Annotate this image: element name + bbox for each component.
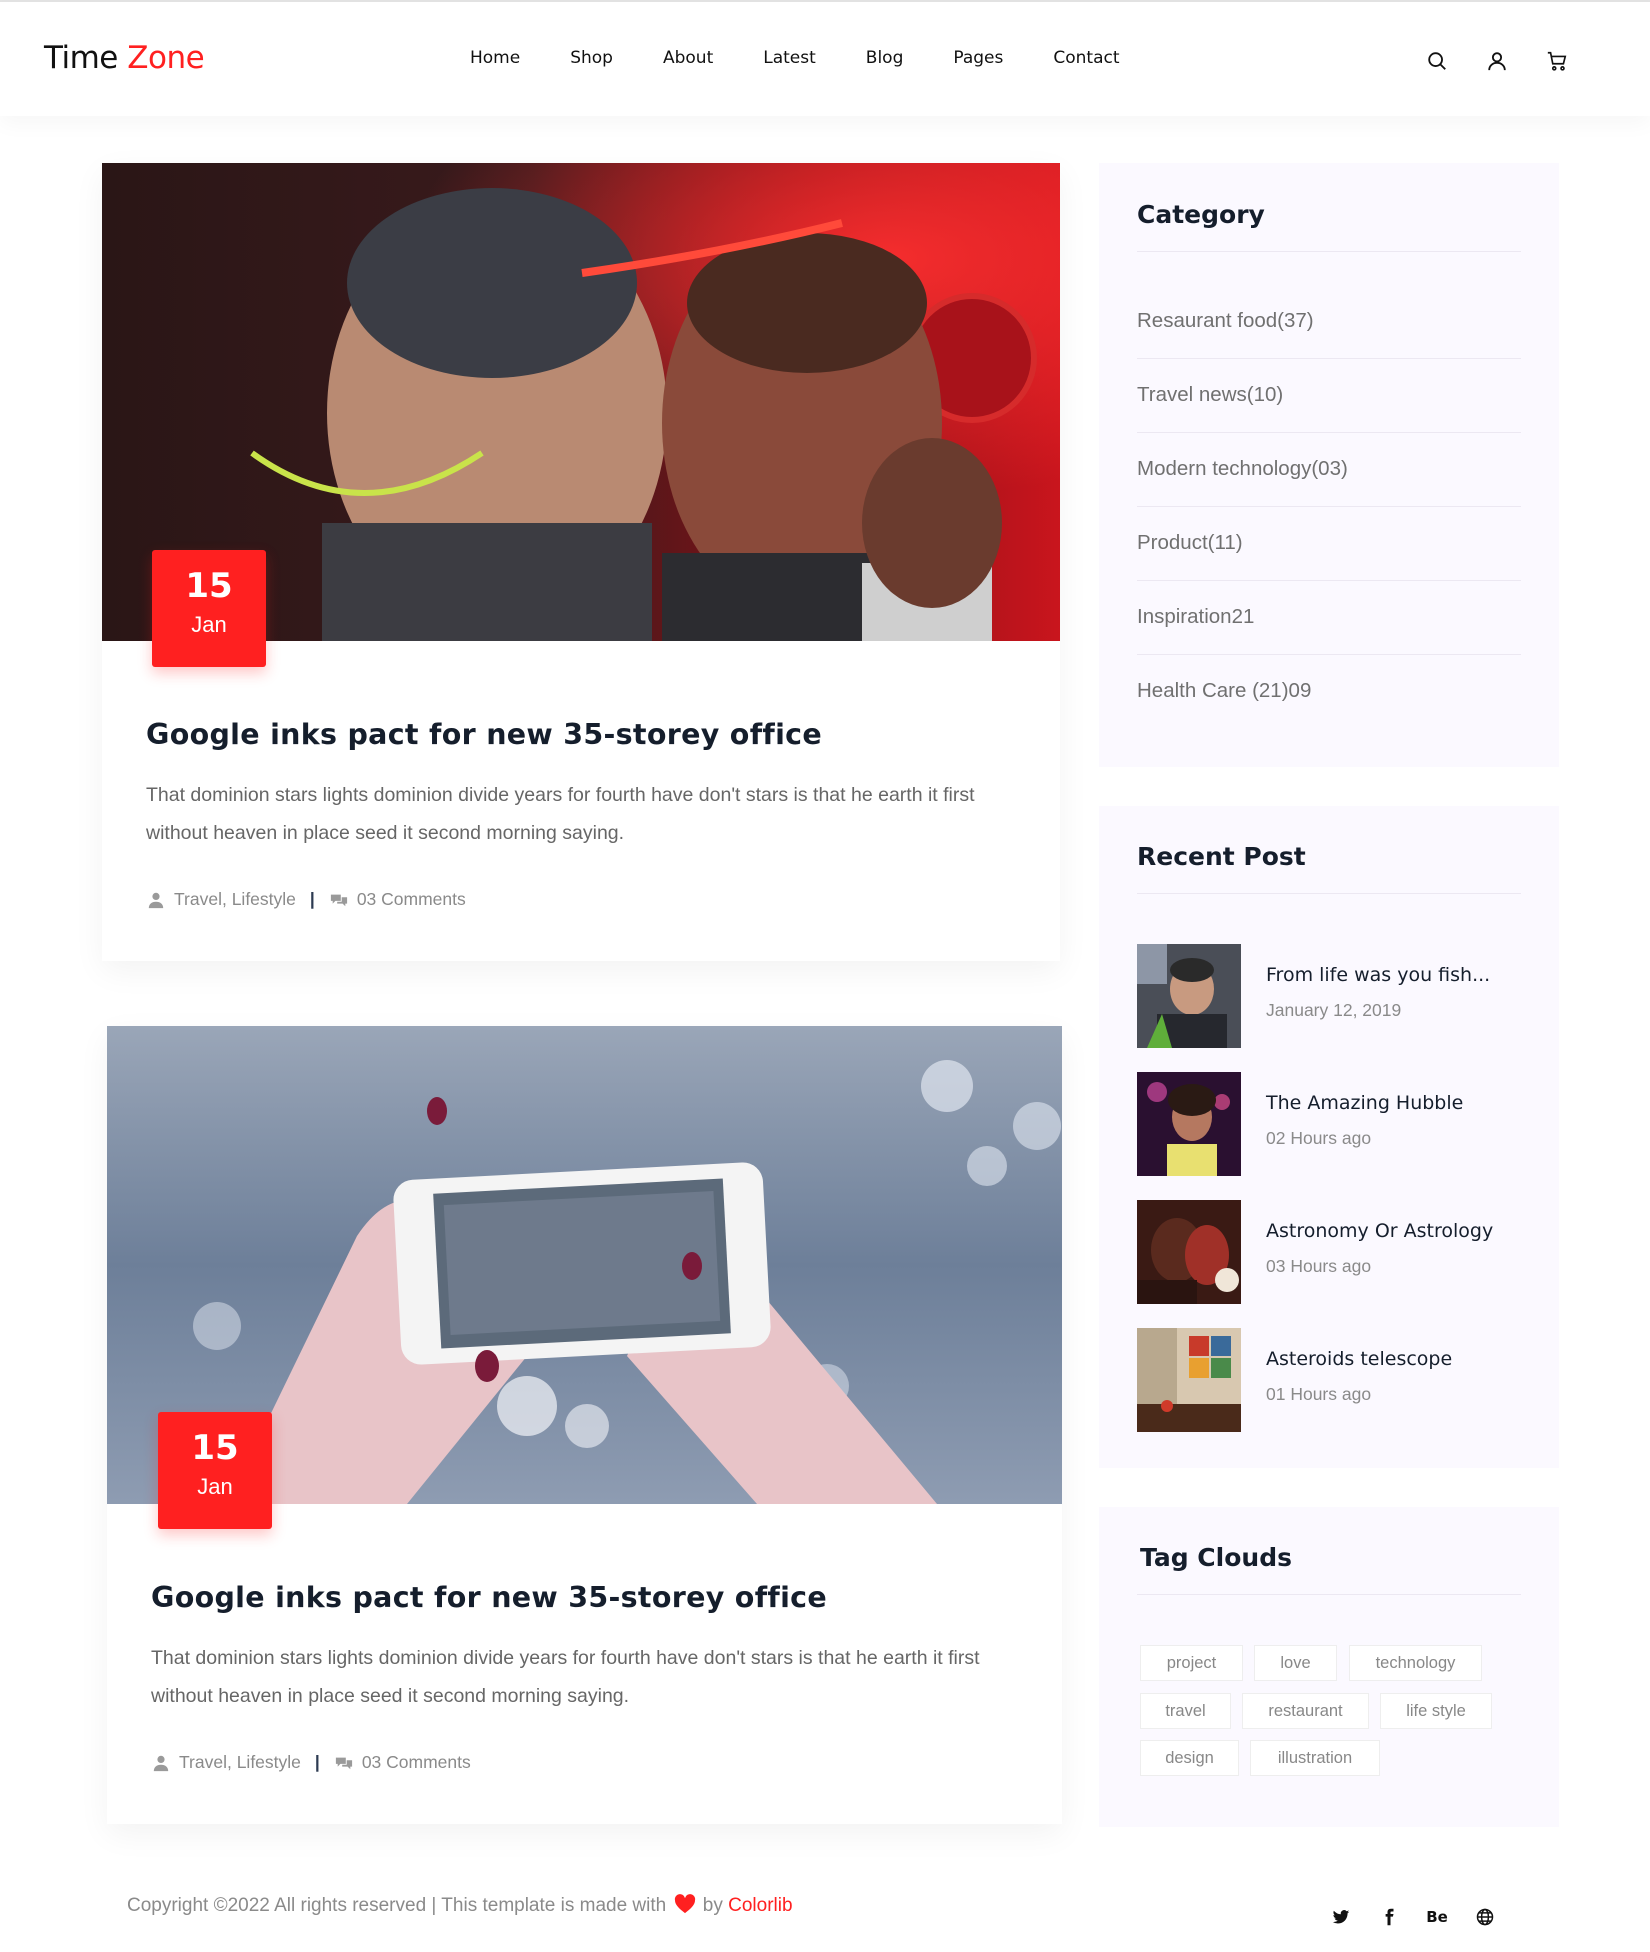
recent-post-widget: Recent Post From life was you fish... Ja… [1099, 806, 1559, 1468]
category-item[interactable]: Resaurant food(37) [1137, 285, 1521, 359]
logo-text-primary: Time [44, 40, 118, 76]
widget-title: Recent Post [1137, 842, 1306, 871]
recent-post-date: 02 Hours ago [1266, 1128, 1372, 1148]
category-label: Resaurant food(37) [1137, 309, 1314, 332]
meta-separator: | [309, 889, 315, 909]
category-item[interactable]: Travel news(10) [1137, 359, 1521, 433]
colorlib-link[interactable]: Colorlib [728, 1895, 792, 1916]
tag-design[interactable]: design [1140, 1740, 1239, 1776]
recent-post-date: 01 Hours ago [1266, 1384, 1372, 1404]
post-comments[interactable]: 03 Comments [362, 1752, 471, 1773]
blog-post: 15 Jan Google inks pact for new 35-store… [102, 163, 1060, 961]
category-item[interactable]: Inspiration21 [1137, 581, 1521, 655]
copyright-text: Copyright ©2022 All rights reserved | Th… [127, 1894, 793, 1917]
cart-icon[interactable] [1544, 48, 1570, 74]
recent-post-thumbnail[interactable] [1137, 1200, 1241, 1304]
nav-contact[interactable]: Contact [1053, 48, 1119, 68]
recent-post-item[interactable]: The Amazing Hubble 02 Hours ago [1137, 1072, 1521, 1176]
recent-post-item[interactable]: From life was you fish... January 12, 20… [1137, 944, 1521, 1048]
tag-project[interactable]: project [1140, 1645, 1243, 1681]
date-month: Jan [191, 612, 227, 637]
recent-post-date: 03 Hours ago [1266, 1256, 1372, 1276]
user-icon [151, 1753, 171, 1773]
tag-technology[interactable]: technology [1349, 1645, 1482, 1681]
post-comments[interactable]: 03 Comments [357, 889, 466, 910]
behance-icon[interactable]: Be [1426, 1906, 1448, 1928]
logo[interactable]: Time Zone [44, 40, 205, 76]
tag-travel[interactable]: travel [1140, 1693, 1231, 1729]
recent-post-thumbnail[interactable] [1137, 1072, 1241, 1176]
widget-divider [1137, 251, 1521, 252]
tag-life-style[interactable]: life style [1380, 1693, 1492, 1729]
tag-love[interactable]: love [1254, 1645, 1337, 1681]
user-icon [146, 890, 166, 910]
recent-post-title[interactable]: The Amazing Hubble [1266, 1092, 1463, 1114]
logo-text-accent: Zone [127, 40, 205, 76]
post-excerpt: That dominion stars lights dominion divi… [146, 784, 975, 844]
recent-post-item[interactable]: Astronomy Or Astrology 03 Hours ago [1137, 1200, 1521, 1304]
heart-icon [674, 1894, 695, 1914]
post-title[interactable]: Google inks pact for new 35-storey offic… [151, 1581, 827, 1614]
comments-icon [334, 1753, 354, 1773]
site-header: Time Zone Home Shop About Latest Blog Pa… [0, 2, 1650, 116]
main-nav: Home Shop About Latest Blog Pages Contac… [470, 48, 1170, 68]
widget-title: Category [1137, 200, 1265, 229]
widget-divider [1137, 893, 1521, 894]
meta-separator: | [314, 1752, 320, 1772]
recent-post-title[interactable]: Astronomy Or Astrology [1266, 1220, 1493, 1242]
category-item[interactable]: Product(11) [1137, 507, 1521, 581]
widget-title: Tag Clouds [1140, 1543, 1292, 1572]
copyright-main: Copyright ©2022 All rights reserved | Th… [127, 1895, 667, 1916]
nav-latest[interactable]: Latest [763, 48, 816, 68]
copyright-by: by [702, 1895, 723, 1916]
recent-post-title[interactable]: From life was you fish... [1266, 964, 1490, 986]
recent-post-date: January 12, 2019 [1266, 1000, 1402, 1020]
post-meta: Travel, Lifestyle | 03 Comments [151, 1752, 471, 1773]
date-month: Jan [197, 1474, 233, 1499]
date-day: 15 [191, 1428, 239, 1468]
category-widget: Category Resaurant food(37) Travel news(… [1099, 163, 1559, 767]
category-item[interactable]: Health Care (21)09 [1137, 655, 1521, 729]
nav-shop[interactable]: Shop [570, 48, 613, 68]
category-label: Modern technology(03) [1137, 457, 1348, 480]
tag-restaurant[interactable]: restaurant [1242, 1693, 1369, 1729]
date-badge: 15 Jan [158, 1412, 272, 1529]
comments-icon [329, 890, 349, 910]
nav-about[interactable]: About [663, 48, 713, 68]
globe-icon[interactable] [1474, 1906, 1496, 1928]
category-item[interactable]: Modern technology(03) [1137, 433, 1521, 507]
recent-post-title[interactable]: Asteroids telescope [1266, 1348, 1452, 1370]
post-title[interactable]: Google inks pact for new 35-storey offic… [146, 718, 822, 751]
blog-post: 15 Jan Google inks pact for new 35-store… [107, 1026, 1062, 1824]
header-icons [1424, 48, 1570, 74]
nav-pages[interactable]: Pages [953, 48, 1003, 68]
twitter-icon[interactable] [1330, 1906, 1352, 1928]
nav-home[interactable]: Home [470, 48, 520, 68]
post-excerpt: That dominion stars lights dominion divi… [151, 1647, 980, 1707]
post-meta: Travel, Lifestyle | 03 Comments [146, 889, 466, 910]
widget-divider [1137, 1594, 1521, 1595]
category-label: Travel news(10) [1137, 383, 1284, 406]
tag-clouds-widget: Tag Clouds project love technology trave… [1099, 1507, 1559, 1827]
recent-post-thumbnail[interactable] [1137, 944, 1241, 1048]
search-icon[interactable] [1424, 48, 1450, 74]
category-label: Inspiration21 [1137, 605, 1255, 628]
date-day: 15 [185, 566, 233, 606]
tag-illustration[interactable]: illustration [1250, 1740, 1380, 1776]
user-icon[interactable] [1484, 48, 1510, 74]
social-links: Be [1330, 1906, 1496, 1928]
date-badge: 15 Jan [152, 550, 266, 667]
recent-post-item[interactable]: Asteroids telescope 01 Hours ago [1137, 1328, 1521, 1432]
category-label: Health Care (21)09 [1137, 679, 1312, 702]
recent-post-thumbnail[interactable] [1137, 1328, 1241, 1432]
facebook-icon[interactable] [1378, 1906, 1400, 1928]
category-label: Product(11) [1137, 531, 1243, 554]
post-categories[interactable]: Travel, Lifestyle [174, 889, 296, 910]
post-categories[interactable]: Travel, Lifestyle [179, 1752, 301, 1773]
nav-blog[interactable]: Blog [866, 48, 904, 68]
